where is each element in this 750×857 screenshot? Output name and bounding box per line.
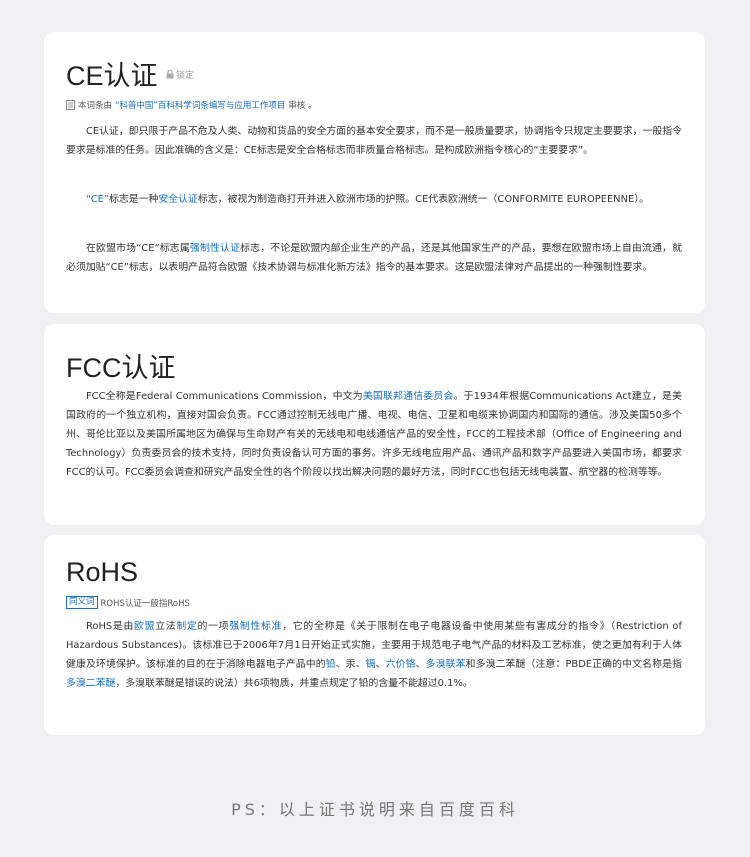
mandatory-standard-link[interactable]: 强制性标准 <box>229 621 282 632</box>
fcc-link[interactable]: 美国联邦通信委员会 <box>363 391 454 402</box>
ce-p3-text-a: 在欧盟市场“CE”标志属 <box>86 243 190 254</box>
fcc-title: FCC认证 <box>66 353 176 383</box>
review-project-link[interactable]: “科普中国”百科科学词条编写与应用工作项目 <box>115 99 285 111</box>
ce-paragraph-1: CE认证，即只限于产品不危及人类、动物和货品的安全方面的基本安全要求，而不是一般… <box>66 126 682 156</box>
fcc-card: FCC认证 FCC全称是Federal Communications Commi… <box>44 324 705 525</box>
fcc-paragraph: FCC全称是Federal Communications Commission，… <box>66 387 682 482</box>
fcc-text-b: 。于1934年根据Communications Act建立，是美国政府的一个独立… <box>66 391 682 478</box>
enact-link[interactable]: 制定 <box>176 621 197 632</box>
document-icon <box>66 100 75 110</box>
ce-title: CE认证 <box>66 61 158 91</box>
ce-card: CE认证 锁定 本词条由 “科普中国”百科科学词条编写与应用工作项目 审核 。 CE… <box>44 32 705 313</box>
synonym-note: 同义词 ROHS认证一般指RoHS <box>66 596 190 609</box>
rohs-sep-2: 、 <box>375 659 386 670</box>
fcc-text-a: FCC全称是Federal Communications Commission，… <box>86 391 363 402</box>
review-note-suffix: 审核 。 <box>288 101 317 111</box>
ce-paragraph-2: “CE”标志是一种安全认证标志，被视为制造商打开并进入欧洲市场的护照。CE代表欧… <box>66 190 682 209</box>
rohs-text-a: RoHS是由 <box>86 621 135 632</box>
rohs-title: RoHS <box>66 557 139 587</box>
review-note-prefix: 本词条由 <box>78 101 113 111</box>
review-note: 本词条由 “科普中国”百科科学词条编写与应用工作项目 审核 。 <box>66 99 317 111</box>
eu-link[interactable]: 欧盟 <box>134 621 155 632</box>
rohs-text-c: 的一项 <box>197 621 230 632</box>
synonym-tag[interactable]: 同义词 <box>66 596 98 609</box>
source-footnote: PS：以上证书说明来自百度百科 <box>231 800 519 819</box>
ce-mark-link[interactable]: “CE” <box>86 194 109 205</box>
ce-p2-text-a: 标志是一种 <box>109 194 159 205</box>
pbde-link[interactable]: 多溴二苯醚 <box>66 678 115 689</box>
rohs-sep-1: 、汞、 <box>335 659 366 670</box>
lock-indicator: 锁定 <box>166 68 194 81</box>
ce-paragraph-3: 在欧盟市场“CE”标志属强制性认证标志，不论是欧盟内部企业生产的产品，还是其他国… <box>66 239 682 277</box>
rohs-paragraph: RoHS是由欧盟立法制定的一项强制性标准，它的全称是《关于限制在电子电器设备中使… <box>66 617 682 693</box>
lock-icon <box>166 70 174 79</box>
synonym-text: ROHS认证一般指RoHS <box>100 598 190 609</box>
rohs-sep-3: 、 <box>415 659 426 670</box>
lock-label: 锁定 <box>176 71 195 81</box>
rohs-text-e: 和多溴二苯醚（注意：PBDE正确的中文名称是指 <box>465 659 682 670</box>
cadmium-link[interactable]: 镉 <box>366 659 376 670</box>
pbb-link[interactable]: 多溴联苯 <box>426 659 466 670</box>
lead-link[interactable]: 铅 <box>326 659 336 670</box>
rohs-card: RoHS 同义词 ROHS认证一般指RoHS RoHS是由欧盟立法制定的一项强制… <box>44 535 705 735</box>
rohs-text-f: ，多溴联苯醚是错误的说法）共6项物质，并重点规定了铅的含量不能超过0.1%。 <box>115 678 473 689</box>
chromium-link[interactable]: 六价铬 <box>386 659 416 670</box>
ce-p2-text-b: 标志，被视为制造商打开并进入欧洲市场的护照。CE代表欧洲统一（CONFORMIT… <box>197 194 649 205</box>
safety-cert-link[interactable]: 安全认证 <box>158 194 198 205</box>
mandatory-cert-link[interactable]: 强制性认证 <box>190 243 240 254</box>
rohs-text-b: 立法 <box>155 621 177 632</box>
